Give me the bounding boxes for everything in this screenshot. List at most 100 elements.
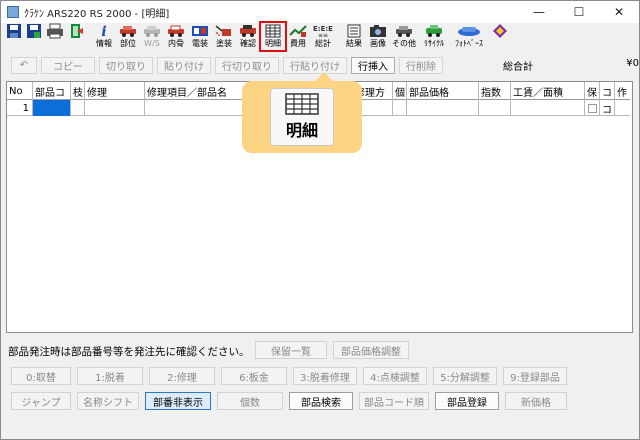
part-code-order-button[interactable]: 部品コード順 xyxy=(359,392,429,410)
detach-button[interactable]: 1:脱着 xyxy=(77,367,143,385)
repair-button[interactable]: 2:修理 xyxy=(149,367,215,385)
summary-icon: E:E:E ≡≡ xyxy=(312,23,334,39)
other-button[interactable]: その他 xyxy=(391,23,417,51)
replace-button[interactable]: 0:取替 xyxy=(11,367,71,385)
col-index[interactable]: 指数 xyxy=(479,82,511,100)
col-ko[interactable]: コ xyxy=(600,82,615,100)
window-controls: — ☐ ✕ xyxy=(519,1,639,23)
keep-checkbox[interactable] xyxy=(587,103,597,113)
detail-button[interactable]: 明細 xyxy=(259,21,287,52)
registered-parts-button[interactable]: 9:登録部品 xyxy=(503,367,567,385)
exit-door-icon xyxy=(68,23,84,39)
grand-total-value: ¥0 xyxy=(626,58,639,69)
disassemble-adjust-button[interactable]: 5:分解調整 xyxy=(433,367,497,385)
main-toolbar: i 情報 部位 W/S 内骨 電装 塗装 確認 明細 費用 E:E:E ≡≡ 総… xyxy=(5,21,637,53)
photobase-icon xyxy=(456,23,482,39)
col-repair[interactable]: 修理 xyxy=(85,82,145,100)
labor-area-cell[interactable] xyxy=(511,100,585,116)
close-button[interactable]: ✕ xyxy=(599,1,639,23)
info-button[interactable]: i 情報 xyxy=(93,23,115,51)
hold-list-button[interactable]: 保留一覧 xyxy=(255,341,327,359)
repair-cell[interactable] xyxy=(85,100,145,116)
name-shift-button[interactable]: 名称シフト xyxy=(77,392,139,410)
col-keep[interactable]: 保 xyxy=(585,82,600,100)
grand-total-label: 総合計 xyxy=(503,62,533,73)
col-part-price[interactable]: 部品価格 xyxy=(407,82,479,100)
book-icon xyxy=(492,23,508,39)
summary-button[interactable]: E:E:E ≡≡ 総計 xyxy=(311,23,335,51)
index-cell[interactable] xyxy=(479,100,511,116)
row-cut-button[interactable]: 行切り取り xyxy=(215,56,279,74)
confirm-button[interactable]: 確認 xyxy=(237,23,259,51)
col-branch[interactable]: 枝 xyxy=(71,82,85,100)
new-price-button[interactable]: 新価格 xyxy=(505,392,567,410)
order-notice: 部品発注時は部品番号等を発注先に確認ください。 xyxy=(8,346,250,358)
minimize-button[interactable]: — xyxy=(519,1,559,23)
col-work[interactable]: 作 xyxy=(615,82,630,100)
part-code-cell[interactable] xyxy=(33,100,71,116)
app-window: ｸﾗｹﾝ ARS220 RS 2000 - [明細] — ☐ ✕ i 情報 部位… xyxy=(0,0,640,440)
other-icon xyxy=(394,23,414,39)
ws-button[interactable]: W/S xyxy=(141,23,163,51)
svg-text:≡≡: ≡≡ xyxy=(318,32,328,38)
cut-button[interactable]: 切り取り xyxy=(99,56,153,74)
jump-button[interactable]: ジャンプ xyxy=(11,392,71,410)
sheet-metal-button[interactable]: 6:板金 xyxy=(221,367,287,385)
expense-button[interactable]: 費用 xyxy=(287,23,309,51)
col-count[interactable]: 個 xyxy=(393,82,407,100)
row-paste-button[interactable]: 行貼り付け xyxy=(283,56,347,74)
save-icon xyxy=(6,23,22,39)
print-button[interactable] xyxy=(45,23,65,51)
col-part-code[interactable]: 部品コ xyxy=(33,82,71,100)
row-delete-button[interactable]: 行削除 xyxy=(399,56,443,74)
keep-cell[interactable] xyxy=(585,100,600,116)
hide-part-number-button[interactable]: 部番非表示 xyxy=(145,392,211,410)
parts-button[interactable]: 部位 xyxy=(117,23,139,51)
car-frame-icon xyxy=(166,23,186,39)
count-cell[interactable] xyxy=(393,100,407,116)
maximize-button[interactable]: ☐ xyxy=(559,1,599,23)
detail-highlight xyxy=(259,21,287,52)
image-button[interactable]: 画像 xyxy=(367,23,389,51)
car-parts-icon xyxy=(118,23,138,39)
electrical-button[interactable]: 電装 xyxy=(189,23,211,51)
title-bar: ｸﾗｹﾝ ARS220 RS 2000 - [明細] — ☐ ✕ xyxy=(1,1,639,23)
quantity-button[interactable]: 個数 xyxy=(217,392,283,410)
result-button[interactable]: 結果 xyxy=(343,23,365,51)
detail-grid-icon xyxy=(285,93,319,115)
paint-button[interactable]: 塗装 xyxy=(213,23,235,51)
save-as-icon xyxy=(26,23,42,39)
ko-cell[interactable]: コ xyxy=(600,100,615,116)
save-as-button[interactable] xyxy=(25,23,43,51)
inspect-adjust-button[interactable]: 4:点検調整 xyxy=(363,367,427,385)
photobase-button[interactable]: ﾌｫﾄﾍﾞｰｽ xyxy=(451,23,487,51)
ws-icon xyxy=(142,23,162,39)
edit-toolbar: ↶ コピー 切り取り 貼り付け 行切り取り 行貼り付け 行挿入 行削除 総合計 … xyxy=(11,56,639,74)
work-cell[interactable] xyxy=(615,100,630,116)
detach-repair-button[interactable]: 3:脱着修理 xyxy=(293,367,357,385)
printer-icon xyxy=(46,23,64,39)
col-labor-area[interactable]: 工賃／面積 xyxy=(511,82,585,100)
app-icon xyxy=(7,6,19,18)
part-search-button[interactable]: 部品検索 xyxy=(289,392,353,410)
col-no[interactable]: No xyxy=(7,82,33,100)
electrical-icon xyxy=(190,23,210,39)
part-price-cell[interactable] xyxy=(407,100,479,116)
spray-paint-icon xyxy=(214,23,234,39)
camera-image-icon xyxy=(369,23,387,39)
info-icon: i xyxy=(97,23,111,39)
exit-button[interactable] xyxy=(67,23,85,51)
undo-button[interactable]: ↶ xyxy=(11,56,37,74)
branch-cell[interactable] xyxy=(71,100,85,116)
svg-text:i: i xyxy=(101,24,106,39)
save-button[interactable] xyxy=(5,23,23,51)
row-number: 1 xyxy=(7,100,33,116)
row-insert-button[interactable]: 行挿入 xyxy=(351,56,395,74)
part-register-button[interactable]: 部品登録 xyxy=(435,392,499,410)
paste-button[interactable]: 貼り付け xyxy=(157,56,211,74)
internal-bone-button[interactable]: 内骨 xyxy=(165,23,187,51)
copy-button[interactable]: コピー xyxy=(41,56,95,74)
recycle-button[interactable]: ﾘｻｲｸﾙ xyxy=(419,23,449,51)
book-button[interactable] xyxy=(489,23,511,51)
part-price-adjust-button[interactable]: 部品価格調整 xyxy=(333,341,409,359)
